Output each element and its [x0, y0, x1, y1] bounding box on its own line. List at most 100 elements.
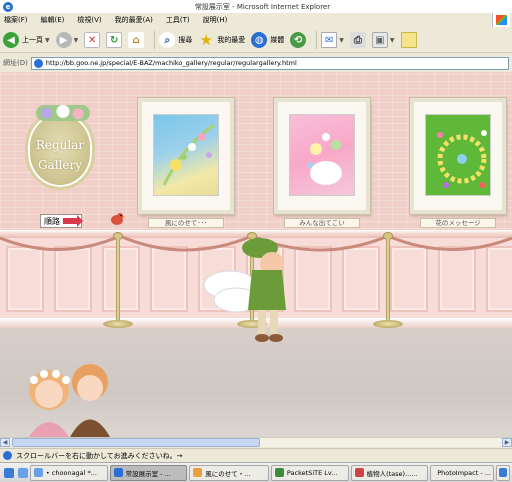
task-label: PacketSiTE Lv...: [286, 468, 338, 477]
horizontal-scrollbar[interactable]: ◀ ▶: [0, 437, 512, 447]
toolbar-divider: [154, 31, 156, 49]
children-icon: [29, 364, 110, 437]
page-icon: [33, 58, 43, 68]
task-button-5[interactable]: 植物人(tase)......: [350, 464, 429, 481]
scroll-right-icon[interactable]: ▶: [502, 438, 512, 447]
forward-button[interactable]: ▶ ▼: [55, 30, 79, 50]
edit-button[interactable]: ▣ ▼: [371, 30, 395, 50]
quick-launch-ie-icon[interactable]: [4, 467, 14, 478]
dropdown-icon[interactable]: ▼: [390, 37, 395, 44]
page-status-icon: [3, 451, 12, 460]
back-arrow-icon: ◀: [3, 32, 19, 48]
task-app-icon: [354, 468, 364, 477]
task-app-icon: [499, 468, 507, 477]
mail-button[interactable]: ✉ ▼: [321, 30, 344, 50]
painting-wind: [153, 114, 219, 196]
task-button-3[interactable]: 風にのせて・...: [189, 464, 269, 481]
title-bar: e 常設展示室 - Microsoft Internet Explorer: [0, 0, 512, 13]
refresh-button[interactable]: ↻: [106, 30, 123, 50]
dropdown-icon[interactable]: ▼: [74, 37, 79, 44]
plaque-line-1: Regular: [35, 138, 85, 152]
stanchion: [373, 232, 403, 330]
search-icon: ⌕: [159, 32, 176, 48]
ie-icon: e: [3, 1, 13, 12]
task-label: 常設展示室 - ...: [125, 469, 171, 478]
windows-flag-icon: [492, 13, 510, 27]
page-content: Regular Gallery 順路 風にのせて･･･ みんな出てこい 花のメッ…: [0, 72, 512, 437]
address-input[interactable]: http://bb.goo.ne.jp/special/E-BAZ/machik…: [30, 56, 509, 70]
painting-art-icon: [162, 123, 215, 186]
printer-icon: ⎙: [349, 32, 366, 48]
stop-button[interactable]: ✕: [84, 30, 101, 50]
painting-frame-3[interactable]: [410, 98, 506, 214]
scroll-left-icon[interactable]: ◀: [0, 438, 10, 447]
task-label: PhotoImpact - ...: [437, 468, 491, 477]
home-icon: ⌂: [128, 32, 145, 48]
menu-file[interactable]: 檔案(F): [4, 15, 28, 25]
browser-window: e 常設展示室 - Microsoft Internet Explorer 檔案…: [0, 0, 512, 482]
task-button-1[interactable]: • choonagal *...: [29, 464, 108, 481]
painting-art-icon: [307, 133, 342, 185]
notes-button[interactable]: [400, 30, 417, 50]
painting-come-out: [289, 114, 355, 196]
task-label: 風にのせて・...: [205, 469, 251, 478]
ie-task-icon: [113, 468, 123, 477]
menu-help[interactable]: 說明(H): [203, 15, 228, 25]
quick-launch-desktop-icon[interactable]: [17, 467, 28, 478]
back-label: 上一頁: [22, 36, 43, 44]
refresh-icon: ↻: [106, 32, 123, 48]
back-button[interactable]: ◀ 上一頁 ▼: [3, 30, 50, 50]
menu-bar: 檔案(F) 編輯(E) 檢視(V) 我的最愛(A) 工具(T) 說明(H): [0, 13, 512, 27]
dropdown-icon[interactable]: ▼: [45, 37, 50, 44]
toolbar: ◀ 上一頁 ▼ ▶ ▼ ✕ ↻ ⌂ ⌕ 搜尋 ★ 我的最愛 ◍ 媒體 ⟲ ✉ ▼…: [0, 28, 512, 53]
task-button-6[interactable]: PhotoImpact - ...: [430, 464, 495, 481]
history-icon: ⟲: [290, 32, 307, 48]
stop-icon: ✕: [84, 32, 101, 48]
task-button-7[interactable]: [496, 464, 510, 481]
print-button[interactable]: ⎙: [349, 30, 366, 50]
media-label: 媒體: [270, 36, 285, 44]
menu-view[interactable]: 檢視(V): [77, 15, 101, 25]
task-app-icon: [274, 468, 284, 477]
note-icon: [400, 32, 417, 48]
favorites-button[interactable]: ★ 我的最愛: [198, 30, 246, 50]
address-label: 網址(D): [3, 59, 28, 67]
task-app-icon: [193, 468, 203, 477]
menu-tools[interactable]: 工具(T): [166, 15, 190, 25]
painting-flower-message: [425, 114, 491, 196]
task-button-4[interactable]: PacketSiTE Lv...: [270, 464, 349, 481]
task-app-icon: [33, 468, 43, 477]
regular-gallery-plaque: Regular Gallery: [25, 105, 95, 190]
favorites-label: 我的最愛: [217, 36, 246, 44]
plaque-line-2: Gallery: [37, 158, 83, 172]
menu-favorites[interactable]: 我的最愛(A): [115, 15, 153, 25]
star-icon: ★: [199, 31, 213, 49]
task-label: • choonagal *...: [45, 468, 97, 477]
painting-art-icon: [437, 130, 487, 188]
media-button[interactable]: ◍ 媒體: [251, 30, 284, 50]
scrollbar-thumb[interactable]: [12, 438, 260, 447]
painting-frame-1[interactable]: [138, 98, 234, 214]
address-url: http://bb.goo.ne.jp/special/E-BAZ/machik…: [45, 59, 297, 67]
media-globe-icon: ◍: [251, 32, 268, 48]
task-button-2[interactable]: 常設展示室 - ...: [109, 464, 188, 481]
toolbar-divider: [316, 31, 318, 49]
status-bar: スクロールバーを右に動かしてお進みくださいね。→: [0, 448, 512, 462]
mail-icon: ✉: [321, 32, 338, 48]
search-button[interactable]: ⌕ 搜尋: [159, 30, 192, 50]
status-text: スクロールバーを右に動かしてお進みくださいね。→: [16, 451, 183, 460]
taskbar: • choonagal *... 常設展示室 - ... 風にのせて・... P…: [0, 462, 512, 482]
history-button[interactable]: ⟲: [290, 30, 307, 50]
window-title: 常設展示室 - Microsoft Internet Explorer: [194, 2, 331, 11]
task-label: 植物人(tase)......: [366, 469, 418, 478]
dropdown-icon[interactable]: ▼: [339, 37, 344, 44]
flower-wreath-icon: [36, 105, 90, 121]
stanchion: [103, 232, 133, 330]
home-button[interactable]: ⌂: [128, 30, 145, 50]
forward-arrow-icon: ▶: [55, 32, 72, 48]
fairy-character-icon: [203, 238, 286, 342]
edit-icon: ▣: [371, 32, 388, 48]
menu-edit[interactable]: 編輯(E): [41, 15, 65, 25]
painting-frame-2[interactable]: [274, 98, 370, 214]
address-bar: 網址(D) http://bb.goo.ne.jp/special/E-BAZ/…: [0, 55, 512, 71]
